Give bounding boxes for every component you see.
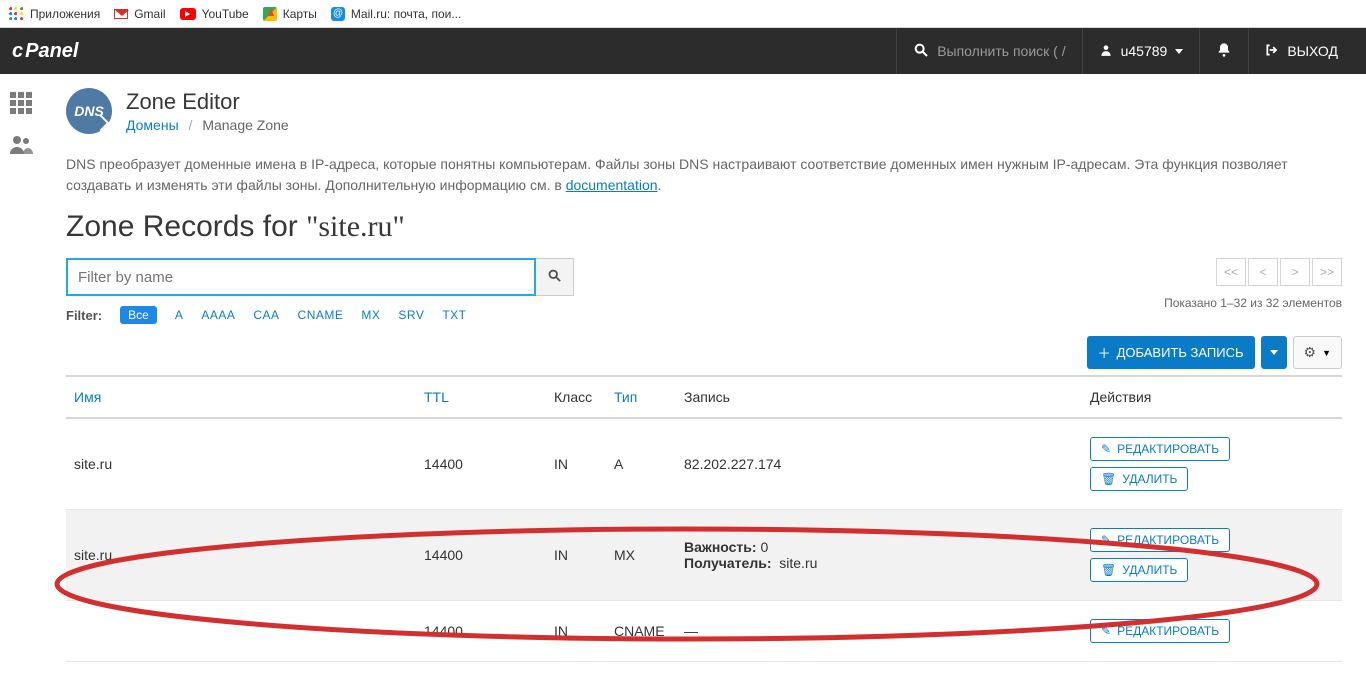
youtube-icon bbox=[180, 8, 196, 20]
filter-search-button[interactable] bbox=[536, 258, 574, 296]
settings-gear-button[interactable]: ⚙ ▼ bbox=[1293, 336, 1342, 369]
bookmark-maps[interactable]: Карты bbox=[263, 7, 317, 21]
table-row: site.ru 14400 IN A 82.202.227.174 ✎ РЕДА… bbox=[66, 418, 1342, 510]
pager-prev[interactable]: < bbox=[1248, 258, 1278, 286]
cell-type: A bbox=[606, 418, 676, 510]
cell-record: 82.202.227.174 bbox=[676, 418, 1082, 510]
filter-all[interactable]: Все bbox=[120, 306, 157, 324]
user-icon bbox=[1099, 43, 1113, 60]
filter-type-cname[interactable]: CNAME bbox=[298, 308, 344, 322]
breadcrumb-sep: / bbox=[189, 117, 193, 133]
annotation-ellipse bbox=[42, 514, 1332, 654]
filter-type-srv[interactable]: SRV bbox=[398, 308, 424, 322]
bookmark-youtube-label: YouTube bbox=[202, 7, 249, 21]
cell-ttl: 14400 bbox=[416, 418, 546, 510]
header-logout-label: ВЫХОД bbox=[1287, 43, 1338, 59]
breadcrumb: Домены / Manage Zone bbox=[126, 117, 289, 133]
delete-button[interactable]: 🗑 УДАЛИТЬ bbox=[1090, 467, 1188, 491]
th-type[interactable]: Тип bbox=[606, 376, 676, 418]
bookmark-apps[interactable]: Приложения bbox=[8, 6, 100, 22]
documentation-link[interactable]: documentation bbox=[566, 177, 658, 193]
cpanel-header: cPanel Выполнить поиск ( / u45789 ВЫХОД bbox=[0, 28, 1366, 74]
pager-next[interactable]: > bbox=[1280, 258, 1310, 286]
dns-badge-icon: DNS bbox=[66, 88, 112, 134]
title-row: DNS Zone Editor Домены / Manage Zone bbox=[66, 88, 1342, 134]
edit-button[interactable]: ✎ РЕДАКТИРОВАТЬ bbox=[1090, 437, 1230, 461]
filter-type-txt[interactable]: TXT bbox=[442, 308, 466, 322]
apps-icon bbox=[8, 6, 24, 22]
th-class: Класс bbox=[546, 376, 606, 418]
zone-heading: Zone Records for "site.ru" bbox=[66, 210, 1342, 244]
filter-label: Filter: bbox=[66, 308, 102, 323]
th-record: Запись bbox=[676, 376, 1082, 418]
add-record-button[interactable]: ＋ ДОБАВИТЬ ЗАПИСЬ bbox=[1087, 336, 1255, 369]
browser-bookmarks-bar: Приложения Gmail YouTube Карты @ Mail.ru… bbox=[0, 0, 1366, 28]
gear-icon: ⚙ bbox=[1304, 344, 1317, 361]
header-logout[interactable]: ВЫХОД bbox=[1248, 28, 1354, 74]
search-icon bbox=[547, 268, 562, 287]
chevron-down-icon bbox=[1270, 350, 1278, 355]
pencil-icon: ✎ bbox=[1101, 442, 1111, 456]
gmail-icon bbox=[114, 9, 128, 19]
left-nav-strip bbox=[0, 74, 42, 160]
header-notifications[interactable] bbox=[1199, 28, 1248, 74]
filter-type-caa[interactable]: CAA bbox=[253, 308, 279, 322]
pagination-summary: Показано 1–32 из 32 элементов bbox=[1164, 296, 1342, 310]
header-user-menu[interactable]: u45789 bbox=[1082, 28, 1200, 74]
bookmark-gmail-label: Gmail bbox=[134, 7, 165, 21]
bookmark-gmail[interactable]: Gmail bbox=[114, 7, 165, 21]
filter-type-mx[interactable]: MX bbox=[361, 308, 380, 322]
pager: << < > >> bbox=[1164, 258, 1342, 286]
pager-first[interactable]: << bbox=[1216, 258, 1246, 286]
plus-icon: ＋ bbox=[1098, 343, 1111, 362]
search-icon bbox=[913, 42, 929, 61]
breadcrumb-domains[interactable]: Домены bbox=[126, 117, 179, 133]
bell-icon bbox=[1216, 42, 1232, 61]
cell-class: IN bbox=[546, 418, 606, 510]
th-ttl[interactable]: TTL bbox=[416, 376, 546, 418]
filter-types: Filter: Все A AAAA CAA CNAME MX SRV TXT bbox=[66, 306, 574, 324]
bookmark-mailru[interactable]: @ Mail.ru: почта, пои... bbox=[331, 7, 461, 21]
page-title: Zone Editor bbox=[126, 89, 289, 115]
mailru-icon: @ bbox=[331, 7, 345, 21]
chevron-down-icon bbox=[1175, 49, 1183, 54]
pager-last[interactable]: >> bbox=[1312, 258, 1342, 286]
trash-icon: 🗑 bbox=[1101, 472, 1116, 486]
filter-name-input[interactable] bbox=[66, 258, 536, 296]
cell-name: site.ru bbox=[66, 418, 416, 510]
header-search-placeholder: Выполнить поиск ( / bbox=[937, 43, 1065, 59]
logout-icon bbox=[1265, 43, 1279, 60]
nav-grid-icon[interactable] bbox=[10, 92, 32, 114]
bookmark-apps-label: Приложения bbox=[30, 7, 100, 21]
bookmark-youtube[interactable]: YouTube bbox=[180, 7, 249, 21]
cpanel-logo[interactable]: cPanel bbox=[12, 40, 78, 63]
nav-users-icon[interactable] bbox=[9, 134, 33, 160]
th-actions: Действия bbox=[1082, 376, 1342, 418]
bookmark-maps-label: Карты bbox=[283, 7, 317, 21]
bookmark-mailru-label: Mail.ru: почта, пои... bbox=[351, 7, 461, 21]
header-username: u45789 bbox=[1121, 43, 1168, 59]
th-name[interactable]: Имя bbox=[66, 376, 416, 418]
description: DNS преобразует доменные имена в IP-адре… bbox=[66, 154, 1342, 196]
maps-icon bbox=[263, 7, 277, 21]
filter-type-a[interactable]: A bbox=[175, 308, 184, 322]
add-record-dropdown[interactable] bbox=[1261, 336, 1287, 369]
chevron-down-icon: ▼ bbox=[1322, 348, 1331, 358]
main-content: DNS Zone Editor Домены / Manage Zone DNS… bbox=[42, 74, 1366, 682]
header-search[interactable]: Выполнить поиск ( / bbox=[896, 28, 1081, 74]
filter-type-aaaa[interactable]: AAAA bbox=[201, 308, 235, 322]
breadcrumb-current: Manage Zone bbox=[202, 117, 288, 133]
